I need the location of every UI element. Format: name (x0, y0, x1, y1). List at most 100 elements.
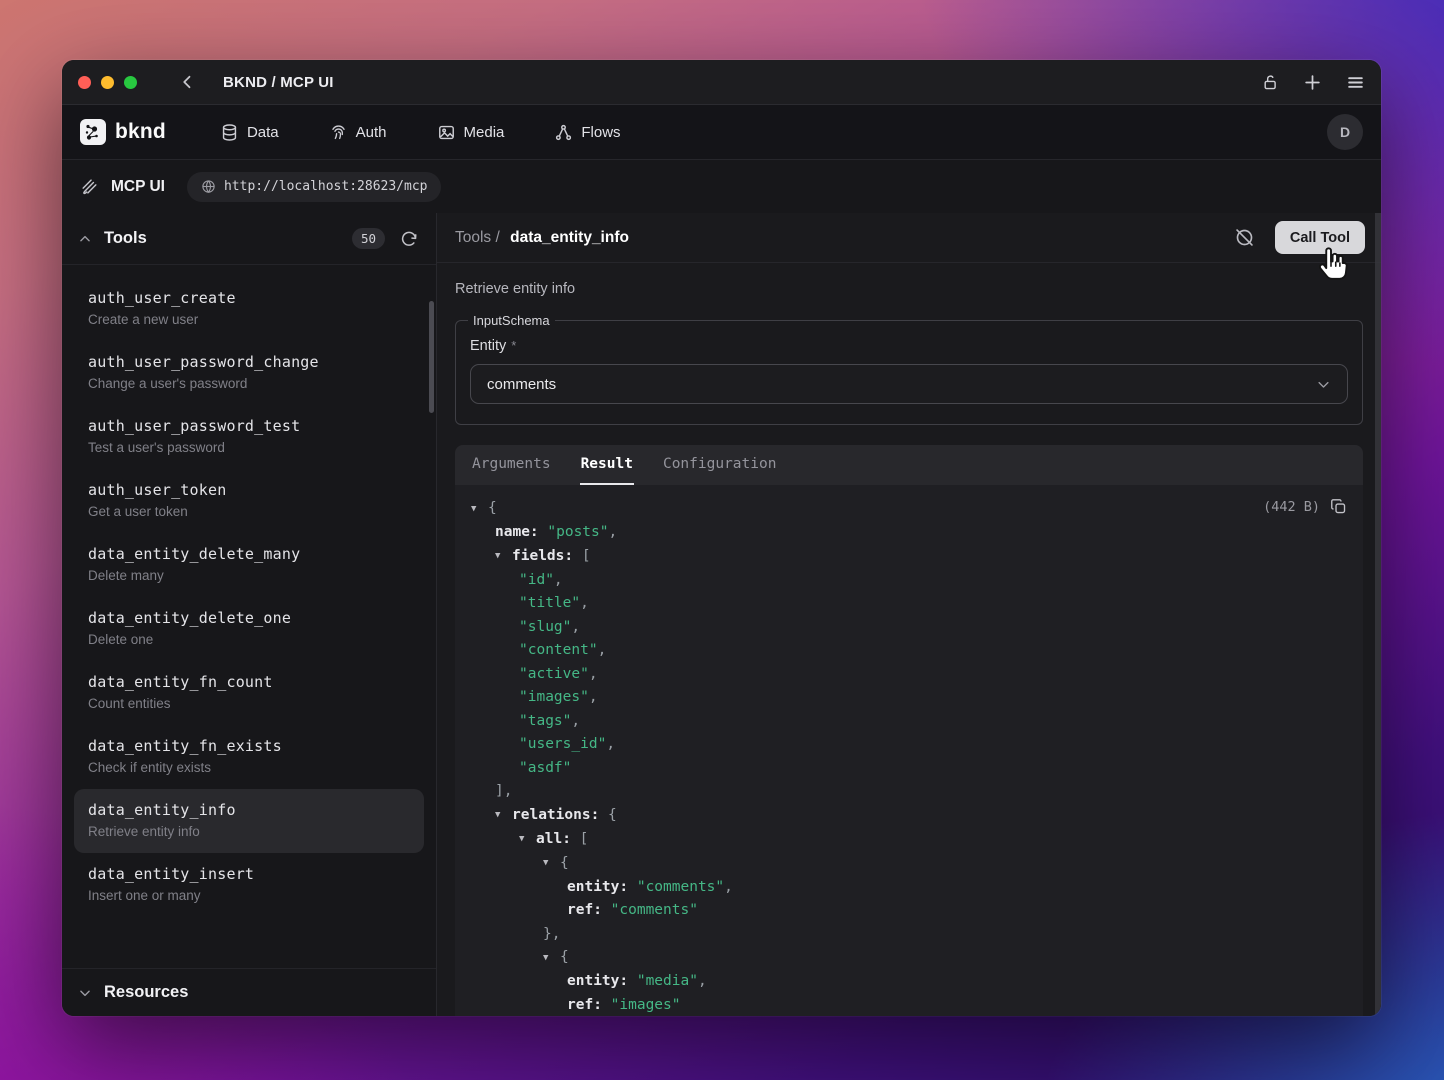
json-line: "tags", (471, 710, 1347, 734)
json-line: ref: "comments" (471, 899, 1347, 923)
tool-name: auth_user_password_test (88, 417, 410, 435)
main-scrollbar[interactable] (1375, 213, 1381, 1016)
input-schema-fieldset: InputSchema Entity* comments (455, 313, 1363, 425)
tools-section-title: Tools (104, 229, 147, 248)
lock-open-icon[interactable] (1262, 73, 1279, 92)
json-line: ], (471, 780, 1347, 804)
json-line: ▼relations: { (471, 804, 1347, 828)
tool-list-item[interactable]: data_entity_delete_many Delete many (74, 533, 424, 597)
refresh-icon[interactable] (400, 230, 418, 248)
nav-item-flows[interactable]: Flows (554, 123, 620, 142)
nav-items: Data Auth Media Flows (220, 123, 621, 142)
tool-description: Delete one (88, 632, 410, 647)
tool-name: data_entity_info (88, 801, 410, 819)
breadcrumb-section[interactable]: Tools (455, 229, 491, 246)
tool-list-item[interactable]: auth_user_password_change Change a user'… (74, 341, 424, 405)
tools-section-header[interactable]: Tools 50 (62, 213, 436, 265)
tool-description: Retrieve entity info (455, 281, 1363, 297)
app-window: BKND / MCP UI bknd Data Auth (62, 60, 1381, 1016)
collapse-triangle-icon[interactable]: ▼ (471, 498, 488, 522)
tool-name: data_entity_delete_many (88, 545, 410, 563)
tab-arguments[interactable]: Arguments (471, 445, 552, 485)
json-line: "id", (471, 569, 1347, 593)
json-line: ▼{ (471, 497, 1347, 521)
tool-list-item[interactable]: data_entity_fn_exists Check if entity ex… (74, 725, 424, 789)
tool-list-item[interactable]: auth_user_create Create a new user (74, 277, 424, 341)
tool-description: Check if entity exists (88, 760, 410, 775)
brand[interactable]: bknd (80, 119, 166, 145)
tools-list: auth_user_create Create a new user auth_… (62, 265, 436, 968)
tool-name: auth_user_password_change (88, 353, 410, 371)
json-viewer: ▼{name: "posts",▼fields: ["id","title","… (471, 497, 1347, 1016)
collapse-triangle-icon[interactable]: ▼ (495, 545, 512, 569)
menu-icon[interactable] (1346, 73, 1365, 92)
collapse-triangle-icon[interactable]: ▼ (519, 828, 536, 852)
tab-configuration[interactable]: Configuration (662, 445, 778, 485)
result-panel: (442 B) ▼{name: "posts",▼fields: ["id","… (455, 485, 1363, 1016)
tab-result[interactable]: Result (580, 445, 634, 485)
entity-select[interactable]: comments (470, 364, 1348, 404)
nav-item-label: Flows (581, 124, 620, 141)
back-button[interactable] (179, 73, 197, 91)
tool-name: data_entity_fn_count (88, 673, 410, 691)
input-schema-legend: InputSchema (468, 313, 555, 328)
copy-icon[interactable] (1330, 498, 1347, 515)
plus-icon[interactable] (1303, 73, 1322, 92)
nav-item-data[interactable]: Data (220, 123, 279, 142)
tool-list-item[interactable]: data_entity_fn_count Count entities (74, 661, 424, 725)
json-line: entity: "comments", (471, 876, 1347, 900)
json-line: "content", (471, 639, 1347, 663)
breadcrumb: Tools / data_entity_info (455, 229, 629, 247)
close-window-button[interactable] (78, 76, 91, 89)
tools-sidebar: Tools 50 auth_user_create Create a new u… (62, 213, 437, 1016)
tool-list-item[interactable]: data_entity_info Retrieve entity info (74, 789, 424, 853)
tool-list-item[interactable]: data_entity_delete_one Delete one (74, 597, 424, 661)
mcp-url-pill[interactable]: http://localhost:28623/mcp (187, 172, 442, 202)
json-line: entity: "media", (471, 970, 1347, 994)
tool-name: data_entity_fn_exists (88, 737, 410, 755)
call-tool-button[interactable]: Call Tool (1275, 221, 1365, 254)
json-line: ▼fields: [ (471, 545, 1347, 569)
collapse-triangle-icon[interactable]: ▼ (495, 804, 512, 828)
chevron-down-icon (1316, 377, 1331, 392)
collapse-triangle-icon[interactable]: ▼ (543, 947, 560, 971)
tool-description: Delete many (88, 568, 410, 583)
database-icon (220, 123, 239, 142)
result-size: (442 B) (1263, 499, 1320, 515)
window-title: BKND / MCP UI (223, 74, 334, 91)
app-navbar: bknd Data Auth Media Flows D (62, 104, 1381, 159)
bknd-logo-icon (80, 119, 106, 145)
mcp-page-title: MCP UI (111, 178, 165, 196)
tool-name: data_entity_delete_one (88, 609, 410, 627)
json-line: ▼{ (471, 852, 1347, 876)
window-titlebar: BKND / MCP UI (62, 60, 1381, 104)
json-line: ▼all: [ (471, 828, 1347, 852)
zoom-window-button[interactable] (124, 76, 137, 89)
tool-detail-header: Tools / data_entity_info Call Tool (437, 213, 1381, 263)
desktop: { "titlebar": { "title": "BKND / MCP UI"… (0, 0, 1444, 1080)
collapse-triangle-icon[interactable]: ▼ (543, 852, 560, 876)
result-tabs: Arguments Result Configuration (455, 445, 1363, 485)
tool-description: Change a user's password (88, 376, 410, 391)
entity-field-label: Entity* (470, 338, 1348, 354)
sidebar-scrollbar-thumb[interactable] (429, 301, 434, 413)
tools-count-badge: 50 (352, 228, 385, 249)
resources-section-header[interactable]: Resources (62, 968, 436, 1016)
chevron-down-icon (78, 986, 92, 1000)
nav-item-media[interactable]: Media (437, 123, 505, 142)
circle-slash-icon[interactable] (1234, 227, 1255, 248)
tool-list-item[interactable]: auth_user_token Get a user token (74, 469, 424, 533)
chevron-up-icon (78, 232, 92, 246)
nav-item-auth[interactable]: Auth (329, 123, 387, 142)
fingerprint-icon (329, 123, 348, 142)
tool-list-item[interactable]: auth_user_password_test Test a user's pa… (74, 405, 424, 469)
tool-description: Get a user token (88, 504, 410, 519)
tool-list-item[interactable]: data_entity_insert Insert one or many (74, 853, 424, 917)
traffic-lights (78, 76, 137, 89)
user-avatar[interactable]: D (1327, 114, 1363, 150)
minimize-window-button[interactable] (101, 76, 114, 89)
required-mark: * (511, 338, 516, 353)
brand-name: bknd (115, 120, 166, 144)
tool-description: Test a user's password (88, 440, 410, 455)
titlebar-actions (1262, 73, 1365, 92)
